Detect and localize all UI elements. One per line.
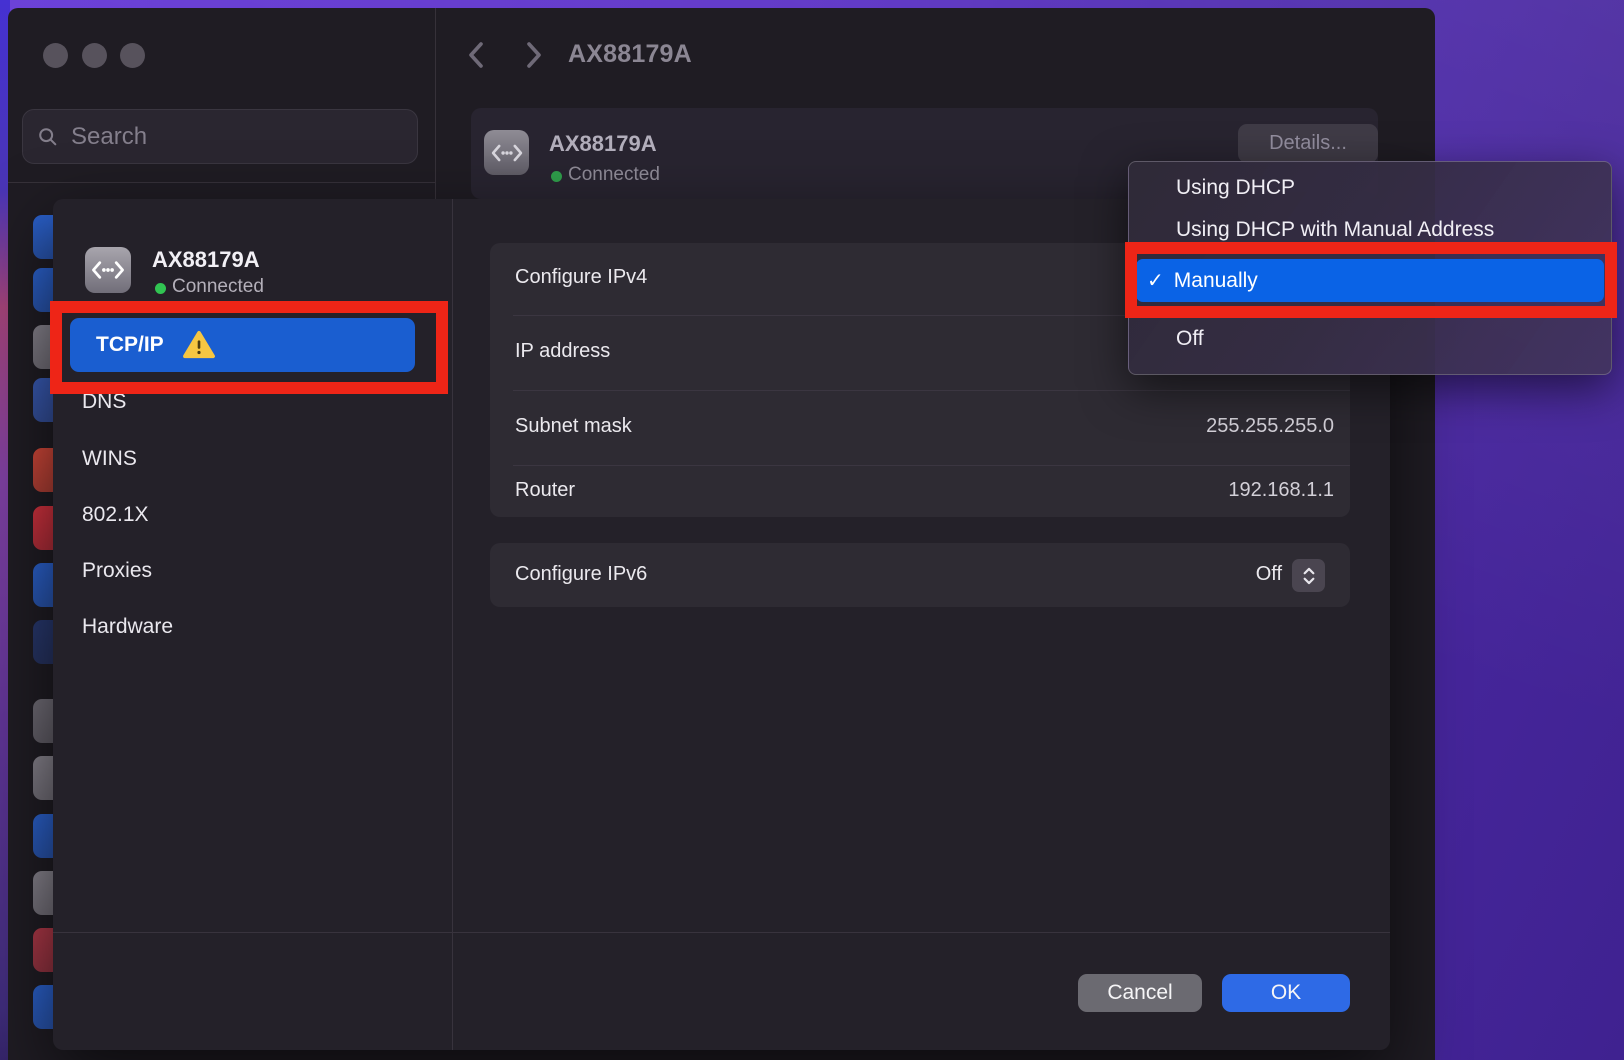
sheet-sidebar-divider — [452, 199, 453, 1050]
footer-divider — [53, 932, 1390, 933]
ipv6-popup-value[interactable]: Off — [950, 563, 1282, 586]
row-divider — [513, 390, 1350, 391]
traffic-light-zoom-button[interactable] — [120, 43, 145, 68]
configure-ipv6-label: Configure IPv6 — [515, 563, 647, 586]
sidebar-item-wins[interactable]: WINS — [82, 447, 137, 471]
traffic-light-close-button[interactable] — [43, 43, 68, 68]
up-down-chevrons-icon — [1296, 563, 1322, 589]
subnet-mask-label: Subnet mask — [515, 415, 632, 438]
router-value[interactable]: 192.168.1.1 — [900, 479, 1334, 502]
desktop: AX88179A AX88179A Connected Details... A… — [0, 0, 1624, 1060]
connected-status-dot — [551, 171, 562, 182]
menu-item-off[interactable]: Off — [1176, 327, 1204, 351]
card-status-label: Connected — [568, 164, 660, 186]
traffic-light-minimize-button[interactable] — [82, 43, 107, 68]
search-icon — [37, 126, 59, 148]
annotation-red-box-tcpip — [50, 301, 448, 394]
menu-item-using-dhcp[interactable]: Using DHCP — [1176, 176, 1295, 200]
page-title: AX88179A — [568, 40, 692, 69]
ipv6-popup-stepper[interactable] — [1292, 559, 1325, 592]
ethernet-adapter-icon — [484, 130, 529, 175]
sidebar-item-hardware[interactable]: Hardware — [82, 615, 173, 639]
sheet-device-name: AX88179A — [152, 247, 260, 273]
ip-address-label: IP address — [515, 340, 610, 363]
ethernet-adapter-icon — [85, 247, 131, 293]
search-field[interactable] — [22, 109, 418, 164]
cancel-button[interactable]: Cancel — [1078, 974, 1202, 1012]
annotation-red-box-manually — [1125, 242, 1617, 318]
row-divider — [513, 465, 1350, 466]
sidebar-item-8021x[interactable]: 802.1X — [82, 503, 149, 527]
details-button[interactable]: Details... — [1238, 124, 1378, 163]
router-label: Router — [515, 479, 575, 502]
window-sidebar-divider — [435, 8, 436, 199]
sheet-status-label: Connected — [172, 276, 264, 298]
forward-button[interactable] — [520, 40, 546, 70]
sidebar-item-proxies[interactable]: Proxies — [82, 559, 152, 583]
connected-status-dot — [155, 283, 166, 294]
search-input[interactable] — [71, 123, 403, 151]
subnet-mask-value[interactable]: 255.255.255.0 — [900, 415, 1334, 438]
ok-button[interactable]: OK — [1222, 974, 1350, 1012]
sidebar-header-divider — [8, 182, 435, 183]
menu-item-using-dhcp-manual-address[interactable]: Using DHCP with Manual Address — [1176, 218, 1494, 242]
card-device-name: AX88179A — [549, 131, 657, 157]
configure-ipv4-label: Configure IPv4 — [515, 266, 647, 289]
back-button[interactable] — [464, 40, 490, 70]
